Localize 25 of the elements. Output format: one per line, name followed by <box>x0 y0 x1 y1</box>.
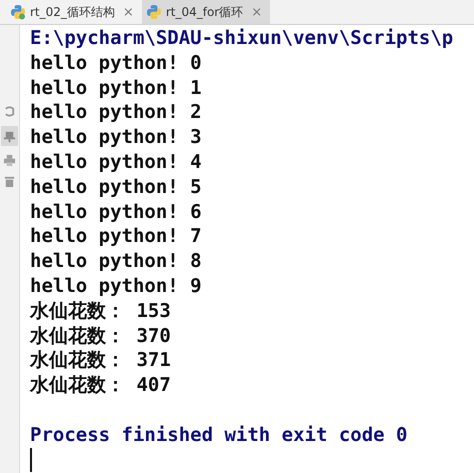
output-line: hello python! 4 <box>30 150 203 175</box>
output-line: hello python! 0 <box>30 50 203 76</box>
output-line: hello python! 5 <box>30 174 203 200</box>
output-line: hello python! 2 <box>30 100 203 126</box>
output-line: hello python! 7 <box>30 224 203 250</box>
close-tab-button[interactable]: × <box>122 4 134 20</box>
output-line: hello python! 8 <box>30 249 203 274</box>
output-line: 水仙花数： 153 <box>30 298 172 324</box>
output-line: hello python! 1 <box>30 76 203 100</box>
output-line: 水仙花数： 407 <box>30 373 172 398</box>
trash-icon[interactable] <box>3 175 16 188</box>
editor-tab[interactable]: rt_02_循环结构 × <box>6 0 142 24</box>
editor-tab[interactable]: rt_04_for循环 × <box>142 0 270 24</box>
output-line: 水仙花数： 370 <box>30 324 172 348</box>
output-line: hello python! 6 <box>30 200 203 224</box>
print-icon[interactable] <box>3 154 16 167</box>
command-line-text: E:\pycharm\SDAU-shixun\venv\Scripts\p <box>30 26 454 51</box>
text-cursor <box>30 448 32 472</box>
pin-icon[interactable] <box>3 130 16 142</box>
output-line: hello python! 3 <box>30 125 203 150</box>
python-file-icon <box>10 4 26 20</box>
exit-message: Process finished with exit code 0 <box>30 422 408 448</box>
python-file-icon <box>146 4 162 20</box>
output-line: 水仙花数： 371 <box>30 348 172 374</box>
output-line: hello python! 9 <box>30 274 203 299</box>
